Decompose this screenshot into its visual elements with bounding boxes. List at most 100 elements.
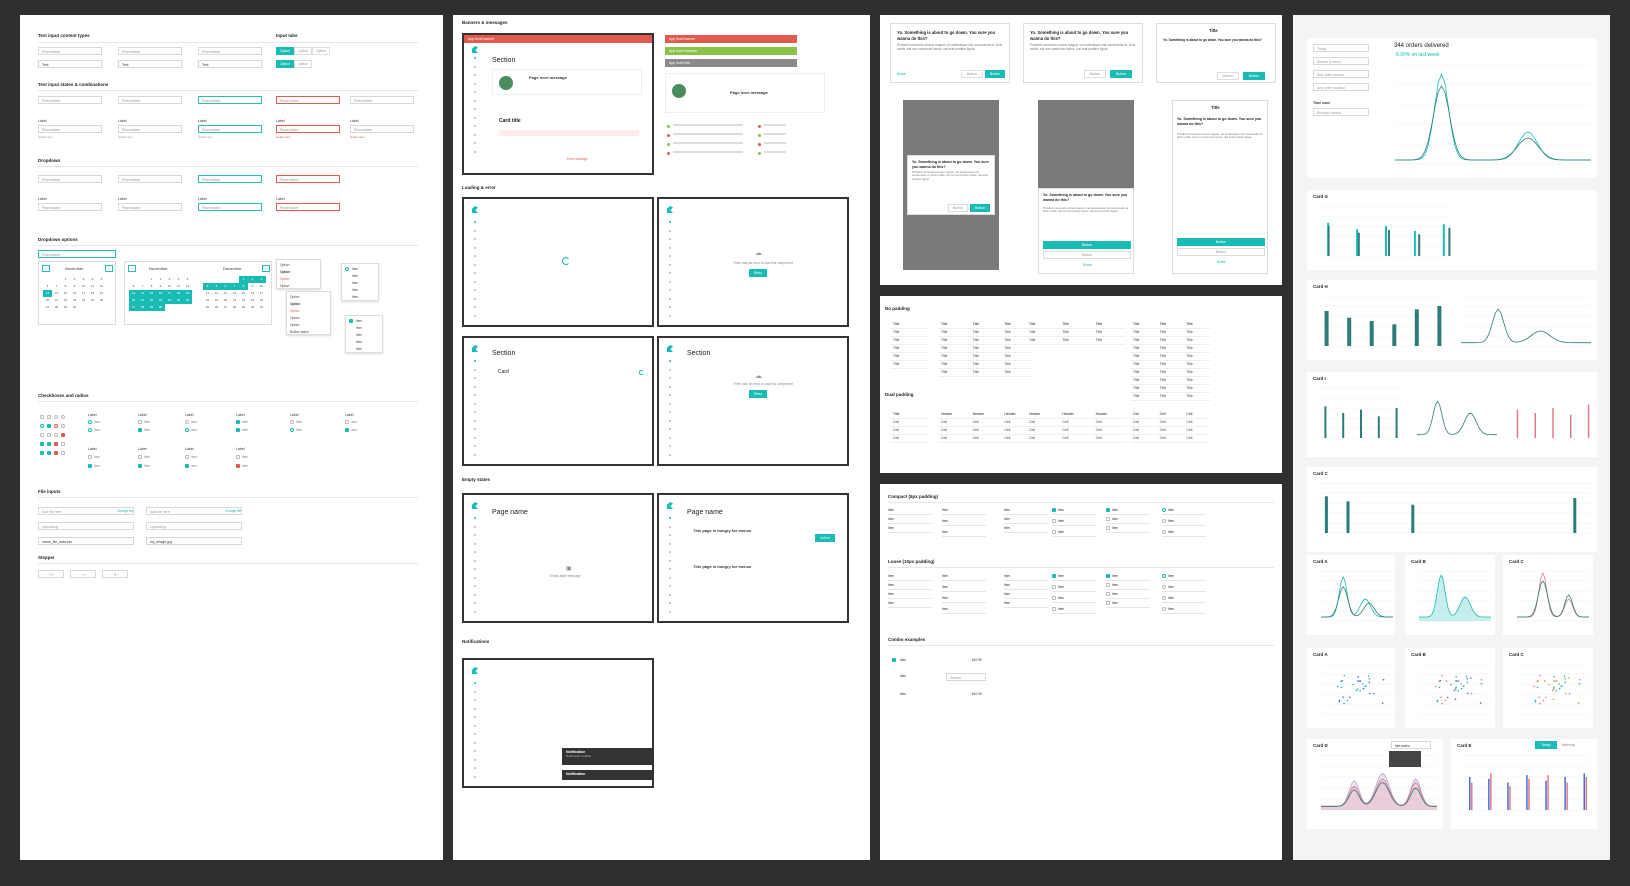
nav-item-icon[interactable] <box>474 682 476 684</box>
search-input[interactable]: Placeholder <box>118 47 182 55</box>
calendar-day[interactable]: 4 <box>174 276 183 283</box>
primary-button[interactable]: Button <box>970 204 990 212</box>
nav-item-icon[interactable] <box>474 57 476 59</box>
nav-item-icon[interactable] <box>669 436 671 439</box>
list-item[interactable]: Item <box>942 585 948 589</box>
nav-item-icon[interactable] <box>474 733 476 735</box>
nav-item-icon[interactable] <box>474 360 476 362</box>
radio-button[interactable] <box>345 267 349 271</box>
table-row[interactable]: Title Title Title <box>938 368 1033 377</box>
calendar-day[interactable]: 3 <box>257 276 266 283</box>
checkbox[interactable] <box>54 442 58 446</box>
nav-item-icon[interactable] <box>474 238 476 240</box>
table-row[interactable]: Title <box>890 336 928 345</box>
calendar-day[interactable]: 29 <box>61 304 70 311</box>
nav-item-icon[interactable] <box>669 525 671 528</box>
text-input-disabled[interactable]: Placeholder <box>350 96 414 104</box>
table-row[interactable]: Title Title Title <box>1026 328 1126 337</box>
calendar-day[interactable]: 14 <box>138 290 147 297</box>
table-row[interactable]: Title Title Title <box>1130 392 1210 401</box>
list-item[interactable]: Item <box>942 574 948 578</box>
search-input[interactable]: Placeholder <box>38 47 102 55</box>
table-row[interactable]: Title <box>890 360 928 369</box>
calendar-day[interactable]: 26 <box>183 297 192 304</box>
menu-button-option[interactable]: Button option <box>290 330 309 334</box>
calendar-day[interactable]: 1 <box>61 276 70 283</box>
radio-button[interactable] <box>88 428 92 432</box>
table-row[interactable]: Cell Cell Cell <box>1026 426 1126 435</box>
primary-button[interactable]: Button <box>985 70 1005 78</box>
calendar-day[interactable]: 19 <box>97 290 106 297</box>
chevron-left-icon[interactable]: ‹ <box>128 265 136 272</box>
calendar-day[interactable]: 19 <box>212 297 221 304</box>
calendar-day[interactable]: 18 <box>203 297 212 304</box>
nav-item-icon[interactable] <box>474 517 476 519</box>
calendar-day[interactable]: 9 <box>156 283 165 290</box>
table-row[interactable]: Title Title Title <box>938 328 1033 337</box>
calendar-day[interactable]: 29 <box>239 304 248 311</box>
nav-item-icon[interactable] <box>669 394 671 396</box>
search-input[interactable]: Placeholder <box>198 47 262 55</box>
calendar-day[interactable]: 5 <box>97 276 106 283</box>
list-item[interactable]: Item <box>1058 585 1064 589</box>
checkbox[interactable] <box>1106 508 1110 512</box>
checkbox[interactable] <box>1052 530 1056 534</box>
calendar-day[interactable]: 20 <box>129 297 138 304</box>
calendar-day[interactable]: 24 <box>257 297 266 304</box>
checkbox[interactable] <box>185 455 189 459</box>
calendar-day[interactable]: 9 <box>248 283 257 290</box>
menu-item[interactable]: Option <box>290 295 299 299</box>
table-row[interactable]: Title Title Title <box>1130 352 1210 361</box>
notification-toast[interactable]: Notification <box>562 770 652 780</box>
order-source-select[interactable]: Any order source <box>1313 70 1369 78</box>
nav-item-icon[interactable] <box>474 741 476 744</box>
list-item[interactable]: Item <box>1004 574 1010 578</box>
nav-item-icon[interactable] <box>474 559 476 562</box>
text-input[interactable]: Text <box>198 60 262 68</box>
secondary-button[interactable]: Button <box>1177 248 1265 256</box>
calendar-day[interactable]: 14 <box>230 290 239 297</box>
calendar-day[interactable]: 15 <box>147 290 156 297</box>
nav-item-icon[interactable] <box>474 74 476 76</box>
nav-item-icon[interactable] <box>669 221 671 223</box>
checkbox[interactable] <box>236 428 240 432</box>
calendar-grid[interactable]: 1 2 3 4 5 6 7 8 9 10 11 12 13 14 15 16 17 18 19 20 21 22 23 24 2… <box>129 276 192 311</box>
checkbox[interactable] <box>236 464 240 468</box>
calendar-day[interactable]: 18 <box>174 290 183 297</box>
checkbox[interactable] <box>138 455 142 459</box>
table-row[interactable]: Cell <box>890 426 928 435</box>
nav-item-icon[interactable] <box>474 602 476 604</box>
nav-item-icon[interactable] <box>669 453 671 456</box>
calendar-day[interactable]: 28 <box>52 304 61 311</box>
calendar-day[interactable]: 7 <box>138 283 147 290</box>
list-item[interactable]: Item <box>1004 601 1010 605</box>
calendar-day[interactable]: 18 <box>88 290 97 297</box>
calendar-day[interactable]: 16 <box>248 290 257 297</box>
text-input[interactable]: Placeholder <box>38 96 102 104</box>
checkbox[interactable] <box>88 464 92 468</box>
menu-item[interactable]: Option <box>290 316 299 320</box>
nav-item-icon[interactable] <box>474 289 476 291</box>
nav-item-icon[interactable] <box>669 610 671 613</box>
calendar-day[interactable]: 4 <box>88 276 97 283</box>
calendar-day[interactable]: 3 <box>165 276 174 283</box>
nav-item-icon[interactable] <box>474 568 476 570</box>
checkbox[interactable] <box>1106 574 1110 578</box>
notification-toast[interactable]: Notification Notification subtitle <box>562 748 652 765</box>
nav-item-icon[interactable] <box>474 542 476 545</box>
list-item[interactable]: Item <box>942 530 948 534</box>
radio-button[interactable] <box>1162 530 1166 534</box>
calendar-day[interactable]: 2 <box>156 276 165 283</box>
action-button[interactable]: Action <box>815 534 835 542</box>
calendar-day[interactable]: 26 <box>212 304 221 311</box>
table-row[interactable]: Title Title Title <box>1130 344 1210 353</box>
radio-button[interactable] <box>290 420 294 424</box>
calendar-day[interactable]: 3 <box>79 276 88 283</box>
nav-item-icon[interactable] <box>474 707 476 710</box>
checkbox[interactable] <box>236 420 240 424</box>
checkbox[interactable] <box>61 433 65 437</box>
nav-item-icon[interactable] <box>474 133 476 136</box>
text-input-error[interactable]: Placeholder <box>276 96 340 104</box>
nav-item-icon[interactable] <box>474 280 476 283</box>
calendar-day[interactable]: 9 <box>70 283 79 290</box>
